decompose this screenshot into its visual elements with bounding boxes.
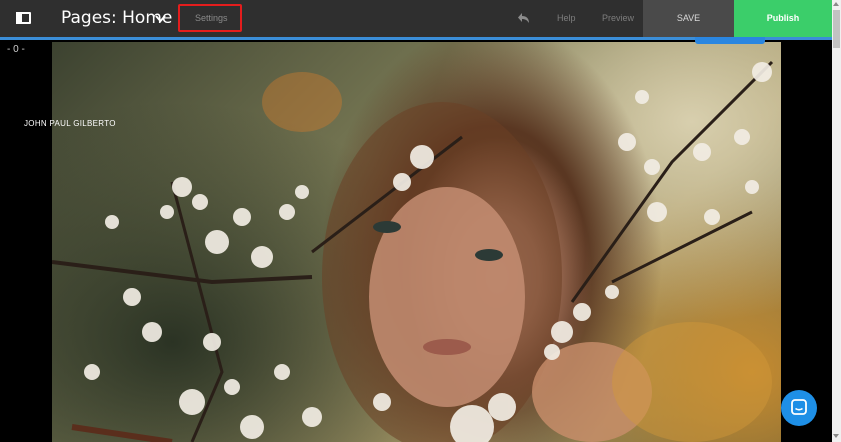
zoom-indicator[interactable]: - 0 - bbox=[7, 44, 25, 55]
chat-launcher-button[interactable] bbox=[781, 390, 817, 426]
chevron-down-icon[interactable] bbox=[155, 14, 166, 23]
scroll-down-arrow-icon[interactable] bbox=[833, 434, 839, 438]
publish-button[interactable]: Publish bbox=[734, 0, 832, 37]
editor-toolbar: Pages: Home Settings Help Preview SAVE P… bbox=[0, 0, 832, 37]
help-button[interactable]: Help bbox=[557, 13, 576, 23]
settings-button[interactable]: Settings bbox=[195, 13, 228, 23]
save-button[interactable]: SAVE bbox=[643, 0, 734, 37]
hero-image[interactable] bbox=[52, 42, 781, 442]
vertical-scrollbar[interactable] bbox=[832, 0, 841, 442]
scroll-thumb[interactable] bbox=[833, 10, 840, 48]
editor-window: Pages: Home Settings Help Preview SAVE P… bbox=[0, 0, 841, 442]
page-canvas: - 0 - JOHN PAUL GILBERTO bbox=[0, 40, 832, 442]
preview-button[interactable]: Preview bbox=[602, 13, 634, 23]
panel-toggle-bar bbox=[16, 12, 22, 24]
scroll-up-arrow-icon[interactable] bbox=[833, 2, 839, 6]
site-brand-name[interactable]: JOHN PAUL GILBERTO bbox=[24, 119, 116, 128]
chat-bubble-icon bbox=[791, 399, 807, 415]
section-handle-tab[interactable] bbox=[695, 37, 765, 44]
undo-icon[interactable] bbox=[517, 12, 531, 24]
hero-photo-art bbox=[52, 60, 774, 442]
panel-toggle-icon[interactable] bbox=[16, 12, 31, 24]
